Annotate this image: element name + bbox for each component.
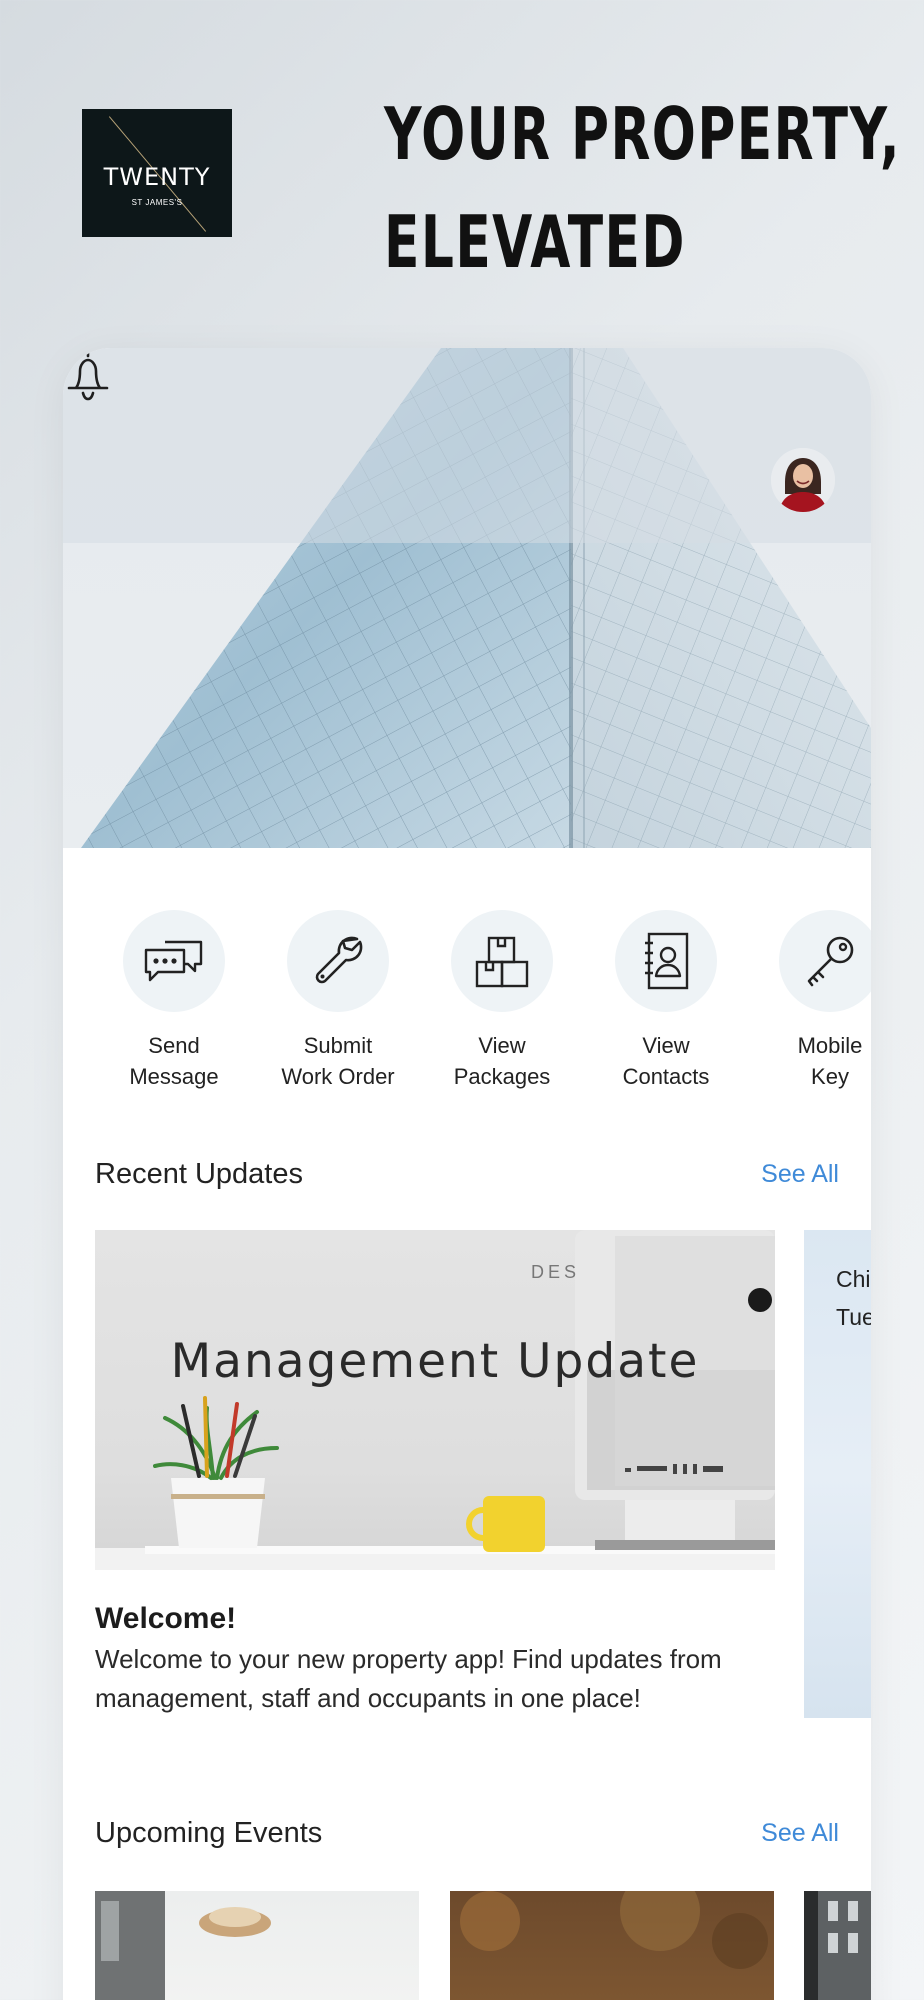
property-logo: TWENTY ST JAMES'S bbox=[82, 109, 232, 237]
key-icon bbox=[807, 936, 854, 987]
avatar[interactable] bbox=[771, 448, 835, 512]
update-image-caption: Management Update bbox=[170, 1334, 700, 1389]
event-image-3 bbox=[804, 1891, 858, 2000]
app-screen: Send Message Submit Work Order View Pack… bbox=[63, 348, 871, 2000]
boxes-icon bbox=[475, 936, 529, 988]
contact-book-icon bbox=[645, 932, 689, 990]
action-icon-circle bbox=[451, 910, 553, 1012]
action-icon-circle bbox=[287, 910, 389, 1012]
desk-illustration: DES bbox=[95, 1230, 775, 1570]
action-label: Send Message bbox=[129, 1033, 219, 1089]
upcoming-events-title: Upcoming Events bbox=[95, 1817, 323, 1849]
action-label: View Contacts bbox=[622, 1033, 710, 1089]
update-card-image[interactable]: DES Management Update bbox=[95, 1230, 775, 1570]
event-card-2[interactable] bbox=[450, 1891, 774, 2000]
hero-building-image bbox=[63, 348, 871, 848]
event-image-1 bbox=[95, 1891, 271, 2000]
logo-name: TWENTY bbox=[103, 163, 211, 191]
action-icon-circle bbox=[123, 910, 225, 1012]
action-icon-circle bbox=[615, 910, 717, 1012]
send-message-action[interactable]: Send Message bbox=[92, 910, 256, 1092]
action-label: Mobile Key bbox=[797, 1033, 863, 1089]
upcoming-events-see-all-link[interactable]: See All bbox=[761, 1819, 839, 1848]
recent-updates-title: Recent Updates bbox=[95, 1158, 303, 1190]
view-packages-action[interactable]: View Packages bbox=[420, 910, 584, 1092]
next-update-title: Chi bbox=[836, 1266, 871, 1292]
submit-work-order-action[interactable]: Submit Work Order bbox=[256, 910, 420, 1092]
event-card-1[interactable] bbox=[95, 1891, 419, 2000]
event-card-3-partial[interactable] bbox=[804, 1891, 871, 2000]
headline-line-1: YOUR PROPERTY, bbox=[384, 92, 901, 176]
action-icon-circle bbox=[779, 910, 871, 1012]
svg-text:DES: DES bbox=[531, 1262, 580, 1282]
update-heading: Welcome! bbox=[95, 1602, 237, 1635]
next-update-date: Tue bbox=[836, 1304, 871, 1330]
action-label: Submit Work Order bbox=[281, 1033, 395, 1089]
chat-bubbles-icon bbox=[144, 940, 203, 982]
wrench-icon bbox=[315, 936, 363, 984]
headline-line-2: ELEVATED bbox=[384, 200, 686, 284]
marketing-headline: YOUR PROPERTY, ELEVATED bbox=[384, 80, 901, 296]
recent-updates-see-all-link[interactable]: See All bbox=[761, 1160, 839, 1189]
next-update-card-partial[interactable]: Chi Tue bbox=[804, 1230, 871, 1718]
view-contacts-action[interactable]: View Contacts bbox=[584, 910, 748, 1092]
action-label: View Packages bbox=[453, 1033, 551, 1089]
update-body: Welcome to your new property app! Find u… bbox=[95, 1644, 722, 1713]
quick-actions-row: Send Message Submit Work Order View Pack… bbox=[63, 910, 871, 1110]
bell-icon[interactable] bbox=[63, 348, 113, 404]
next-update-text: Chi Tue bbox=[836, 1260, 871, 1336]
hero-top-band bbox=[63, 348, 871, 543]
mobile-key-action[interactable]: Mobile Key bbox=[748, 910, 871, 1092]
logo-subtitle: ST JAMES'S bbox=[131, 198, 183, 207]
event-image-2 bbox=[460, 1891, 768, 1969]
